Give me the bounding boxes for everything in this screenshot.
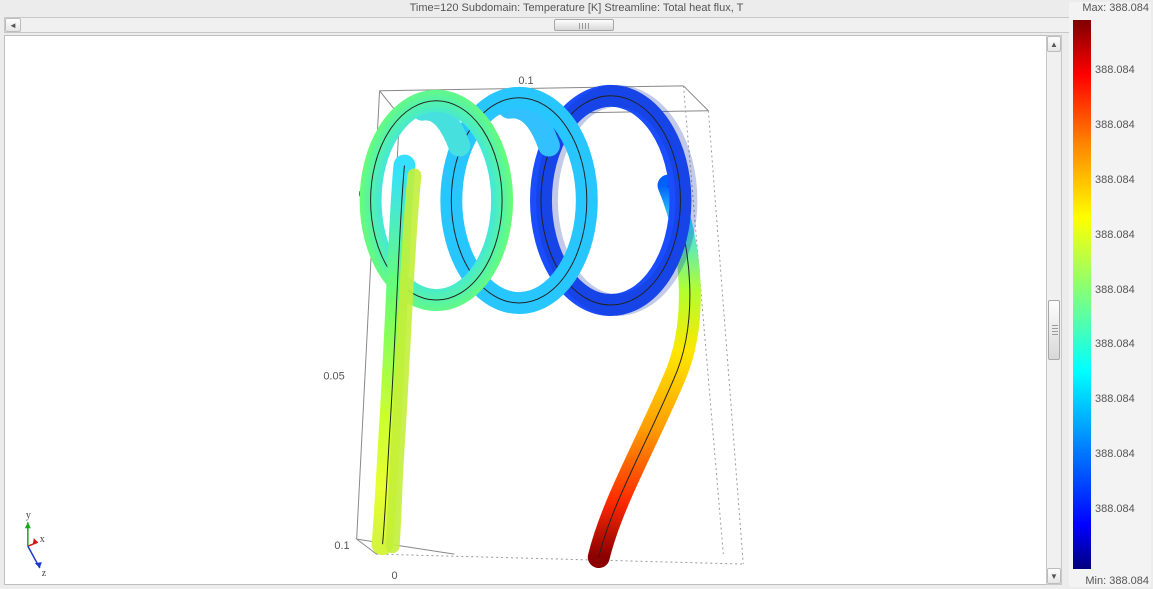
compass-x: x <box>40 534 45 545</box>
compass-y: y <box>26 510 31 521</box>
colorbar-tick: 388.084 <box>1095 284 1135 296</box>
colorbar-ticks: 388.084 388.084 388.084 388.084 388.084 … <box>1095 20 1151 569</box>
hscroll-track[interactable] <box>21 18 1132 32</box>
axis-top-tick: 0.1 <box>518 75 533 87</box>
hscrollbar[interactable]: ◄ ► <box>4 17 1149 33</box>
app-root: Time=120 Subdomain: Temperature [K] Stre… <box>0 0 1153 589</box>
colorbar: Max: 388.084 388.084 388.084 388.084 388… <box>1069 2 1151 587</box>
vscroll-track[interactable] <box>1047 52 1061 568</box>
axis-left-bot: 0.1 <box>334 540 349 552</box>
hscroll-thumb[interactable] <box>554 19 614 31</box>
vscroll-thumb[interactable] <box>1048 300 1060 360</box>
axis-bottom-0: 0 <box>391 570 397 582</box>
colorbar-gradient <box>1073 20 1091 569</box>
compass-z: z <box>42 568 47 579</box>
colorbar-tick: 388.084 <box>1095 338 1135 350</box>
colorbar-tick: 388.084 <box>1095 503 1135 515</box>
vscrollbar[interactable]: ▲ ▼ <box>1046 35 1062 585</box>
plot-title: Time=120 Subdomain: Temperature [K] Stre… <box>0 2 1153 16</box>
plot-area[interactable]: 0.1 0 0.05 0.1 0 <box>4 35 1062 585</box>
colorbar-tick: 388.084 <box>1095 229 1135 241</box>
colorbar-tick: 388.084 <box>1095 119 1135 131</box>
colorbar-tick: 388.084 <box>1095 174 1135 186</box>
axis-left-mid: 0.05 <box>323 371 344 383</box>
colorbar-tick: 388.084 <box>1095 393 1135 405</box>
hscroll-left-arrow[interactable]: ◄ <box>5 18 21 32</box>
vscroll-down-arrow[interactable]: ▼ <box>1047 568 1061 584</box>
colorbar-max: Max: 388.084 <box>1082 2 1149 14</box>
vscroll-up-arrow[interactable]: ▲ <box>1047 36 1061 52</box>
colorbar-min: Min: 388.084 <box>1085 575 1149 587</box>
colorbar-tick: 388.084 <box>1095 448 1135 460</box>
colorbar-tick: 388.084 <box>1095 64 1135 76</box>
axis-compass: y x z <box>25 510 47 579</box>
coil <box>371 96 690 557</box>
plot-svg: 0.1 0 0.05 0.1 0 <box>5 36 1061 584</box>
